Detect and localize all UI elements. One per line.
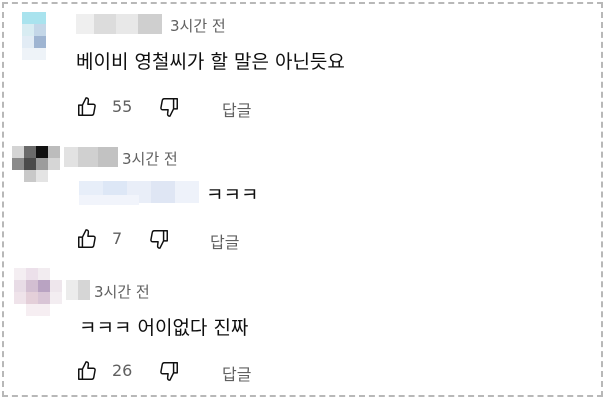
comment-timestamp[interactable]: 3시간 전 <box>122 148 178 169</box>
like-count: 7 <box>112 229 123 248</box>
reply-button[interactable]: 답글 <box>210 229 239 253</box>
reply-button[interactable]: 답글 <box>222 97 251 121</box>
thumbs-up-icon[interactable] <box>76 228 98 250</box>
author-name-redacted[interactable] <box>64 147 118 167</box>
thumbs-down-icon[interactable] <box>158 96 180 118</box>
comment-actions: 26 답글 <box>76 360 376 384</box>
author-name-redacted[interactable] <box>76 14 162 34</box>
author-name-redacted[interactable] <box>66 280 90 300</box>
thumbs-down-icon[interactable] <box>158 360 180 382</box>
thumbs-up-icon[interactable] <box>76 96 98 118</box>
like-count: 55 <box>112 97 133 116</box>
like-count: 26 <box>112 361 133 380</box>
comment-timestamp[interactable]: 3시간 전 <box>170 15 226 36</box>
comment-text: ㅋㅋㅋ 어이없다 진짜 <box>79 317 249 339</box>
comment-text: 베이비 영철씨가 할 말은 아닌듯요 <box>76 51 345 73</box>
comment-text: ㅋㅋㅋ <box>206 184 259 206</box>
avatar[interactable] <box>22 12 46 60</box>
comment-timestamp[interactable]: 3시간 전 <box>94 281 150 302</box>
comment-actions: 7 답글 <box>76 228 376 252</box>
comment-actions: 55 답글 <box>76 96 376 120</box>
thumbs-down-icon[interactable] <box>148 228 170 250</box>
comment-text-redacted <box>79 181 199 205</box>
avatar[interactable] <box>12 146 60 182</box>
reply-button[interactable]: 답글 <box>222 361 251 385</box>
thumbs-up-icon[interactable] <box>76 360 98 382</box>
avatar[interactable] <box>14 268 62 316</box>
